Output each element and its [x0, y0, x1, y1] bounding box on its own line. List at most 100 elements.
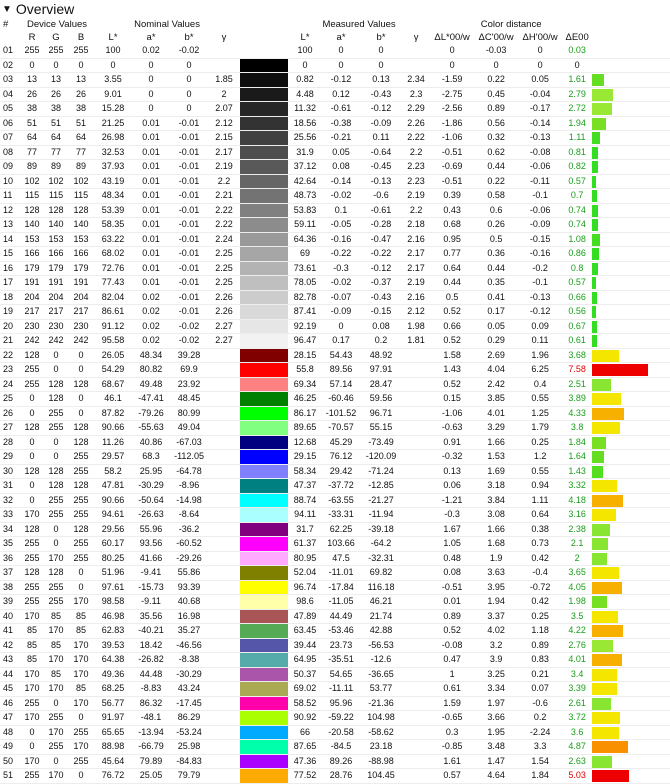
- collapse-triangle-icon[interactable]: ▼: [2, 4, 12, 15]
- table-row: 20 230 230 230 91.12 0.02 -0.02 2.27 92.19 0 0.08 1…: [0, 319, 670, 334]
- cell-ma: 28.76: [322, 768, 361, 784]
- cell-mb: -71.24: [360, 464, 403, 479]
- color-swatch: [240, 435, 289, 450]
- cell-b: 255: [68, 725, 95, 740]
- delta-e-bar: [592, 465, 603, 478]
- delta-e-bar-cell: [592, 638, 670, 653]
- cell-ma: -17.84: [322, 580, 361, 595]
- cell-na: -26.63: [132, 507, 171, 523]
- cell-mb: -64.2: [360, 536, 403, 552]
- cell-ng: [208, 681, 241, 697]
- cell-ng: 2: [208, 87, 241, 102]
- cell-b: 204: [68, 290, 95, 305]
- cell-ng: [208, 348, 241, 363]
- cell-b: 166: [68, 246, 95, 262]
- cell-mb: 69.82: [360, 565, 403, 581]
- cell-ng: [208, 623, 241, 639]
- cell-ma: -11.05: [322, 594, 361, 610]
- cell-ml: 58.52: [288, 696, 323, 711]
- cell-r: 217: [20, 304, 44, 320]
- cell-mb: 0: [360, 44, 403, 59]
- delta-e-bar-cell: [592, 333, 670, 349]
- cell-mb: -12.85: [360, 478, 403, 494]
- cell-g: 204: [44, 290, 68, 305]
- cell-b: 255: [68, 493, 95, 508]
- cell-ma: -60.46: [322, 391, 361, 407]
- cell-nl: 3.55: [94, 72, 133, 88]
- cell-ma: 23.73: [322, 638, 361, 653]
- cell-b: 85: [68, 609, 95, 624]
- cell-g: 0: [44, 696, 68, 711]
- cell-nb: -0.01: [170, 159, 209, 175]
- cell-nb: -0.01: [170, 304, 209, 320]
- cell-dl: 1.59: [430, 696, 475, 711]
- col-header: γ: [221, 32, 227, 43]
- cell-mb: -11.94: [360, 507, 403, 523]
- cell-mb: -88.98: [360, 754, 403, 769]
- overview-header[interactable]: ▼ Overview: [0, 0, 670, 18]
- table-row: 50 170 0 255 45.64 79.89 -84.83 47.36 89.26 -88.9…: [0, 754, 670, 769]
- cell-na: 0.01: [132, 116, 171, 131]
- delta-e-bar-cell: [592, 203, 670, 218]
- delta-e-bar: [592, 567, 620, 579]
- cell-b: 170: [68, 696, 95, 711]
- cell-na: 55.96: [132, 522, 171, 537]
- header-color-distance: Color distance: [480, 19, 542, 30]
- cell-dc: 3.25: [474, 667, 519, 682]
- cell-na: 80.82: [132, 362, 171, 378]
- cell-dl: -0.51: [430, 145, 475, 160]
- cell-ng: 2.26: [208, 290, 241, 305]
- cell-mg: [402, 580, 431, 595]
- cell-na: 0: [132, 58, 171, 73]
- delta-e-bar-cell: [592, 87, 670, 102]
- table-row: 26 0 255 0 87.82 -79.26 80.99 86.17 -101.52 96.71…: [0, 406, 670, 421]
- table-row: 12 128 128 128 53.39 0.01 -0.01 2.22 53.83 0.1 -0.…: [0, 203, 670, 218]
- cell-nb: -0.01: [170, 174, 209, 189]
- cell-g: 0: [44, 449, 68, 465]
- cell-ml: 87.65: [288, 739, 323, 755]
- delta-e-bar: [592, 204, 598, 217]
- table-row: 10 102 102 102 43.19 0.01 -0.01 2.2 42.64 -0.14 -0…: [0, 174, 670, 189]
- cell-dc: 4.01: [474, 406, 519, 421]
- cell-nl: 60.17: [94, 536, 133, 552]
- cell-g: 191: [44, 275, 68, 291]
- cell-de: 1.94: [562, 116, 593, 131]
- cell-b: 255: [68, 507, 95, 523]
- cell-nb: 39.28: [170, 348, 209, 363]
- cell-de: 0.7: [562, 188, 593, 204]
- delta-e-bar-cell: [592, 739, 670, 755]
- table-row: 06 51 51 51 21.25 0.01 -0.01 2.12 18.56 -0.38 -0.0…: [0, 116, 670, 131]
- cell-dl: -1.59: [430, 72, 475, 88]
- cell-dc: 0.05: [474, 319, 519, 334]
- cell-nl: 68.02: [94, 246, 133, 262]
- cell-dh: 1.2: [518, 449, 563, 465]
- cell-nb: -8.38: [170, 652, 209, 668]
- cell-g: 128: [44, 478, 68, 494]
- cell-de: 3.5: [562, 609, 593, 624]
- cell-nl: 64.38: [94, 652, 133, 668]
- cell-mg: 2.12: [402, 304, 431, 320]
- table-row: 30 128 128 255 58.2 25.95 -64.78 58.34 29.42 -71.…: [0, 464, 670, 479]
- cell-nb: -60.52: [170, 536, 209, 552]
- row-index: 05: [0, 101, 20, 117]
- cell-mb: -0.12: [360, 101, 403, 117]
- delta-e-bar-cell: [592, 522, 670, 537]
- cell-dc: 0.32: [474, 130, 519, 146]
- cell-ng: [208, 565, 241, 581]
- cell-mg: [402, 594, 431, 610]
- cell-ml: 89.65: [288, 420, 323, 436]
- cell-ma: 76.12: [322, 449, 361, 465]
- cell-na: 49.48: [132, 377, 171, 392]
- cell-r: 255: [20, 696, 44, 711]
- cell-ng: 2.22: [208, 203, 241, 218]
- cell-dh: 0.38: [518, 522, 563, 537]
- cell-dl: 0.08: [430, 565, 475, 581]
- cell-g: 170: [44, 551, 68, 566]
- color-swatch: [240, 536, 289, 552]
- cell-dh: 1.96: [518, 348, 563, 363]
- cell-b: 0: [68, 391, 95, 407]
- cell-nl: 9.01: [94, 87, 133, 102]
- cell-dh: 0.94: [518, 478, 563, 494]
- cell-nl: 37.93: [94, 159, 133, 175]
- col-header: G: [52, 32, 60, 43]
